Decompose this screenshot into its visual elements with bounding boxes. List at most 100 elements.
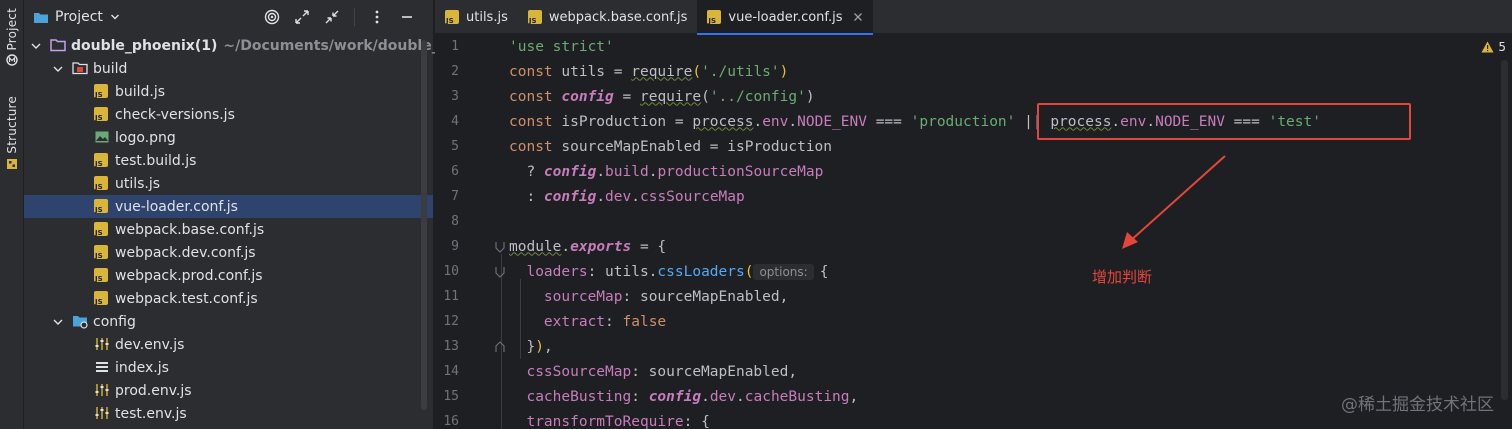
editor-tab[interactable]: webpack.base.conf.js	[518, 0, 698, 34]
chevron-down-icon[interactable]	[52, 63, 64, 75]
code-line[interactable]: 8	[435, 209, 1435, 234]
code-token: .	[788, 113, 798, 130]
code-token: : utils.	[587, 263, 658, 280]
minimize-icon[interactable]	[399, 9, 415, 25]
js-file-icon	[94, 245, 108, 260]
tree-item-label: test.env.js	[115, 405, 187, 422]
code-line[interactable]: 7 : config.dev.cssSourceMap	[435, 184, 1435, 209]
tree-item[interactable]: prod.env.js	[24, 379, 433, 402]
code-token: )	[535, 338, 544, 355]
fold-marker-icon[interactable]	[495, 241, 505, 253]
tree-item[interactable]: build	[24, 57, 433, 80]
project-tree: double_phoenix(1) ~/Documents/work/double…	[24, 34, 439, 425]
locate-icon[interactable]	[264, 9, 280, 25]
code-token: =	[613, 88, 640, 105]
tree-item[interactable]: index.js	[24, 356, 433, 379]
js-file-icon	[94, 199, 108, 214]
project-tool-icon	[6, 54, 18, 67]
line-number: 1	[451, 39, 459, 54]
code-text: : config.dev.cssSourceMap	[509, 189, 744, 205]
chevron-down-icon[interactable]	[30, 40, 42, 52]
code-token: cssLoaders	[657, 263, 745, 280]
code-text: sourceMap: sourceMapEnabled,	[509, 289, 788, 305]
structure-tool-tab[interactable]: Structure	[0, 96, 24, 170]
line-number: 6	[451, 164, 459, 179]
collapse-all-icon[interactable]	[324, 9, 340, 25]
editor-scrollbar[interactable]	[1501, 60, 1508, 400]
tree-item-path-hint: ~/Documents/work/double_	[223, 37, 439, 54]
fold-marker-icon[interactable]	[495, 266, 505, 278]
code-token: :	[605, 313, 623, 330]
line-number: 13	[443, 339, 459, 354]
tree-item[interactable]: vue-loader.conf.js	[24, 195, 433, 218]
tree-item-label: build.js	[115, 83, 166, 100]
code-line[interactable]: 2 const utils = require('./utils')	[435, 59, 1435, 84]
code-line[interactable]: 14 cssSourceMap: sourceMapEnabled,	[435, 359, 1435, 384]
code-line[interactable]: 11 sourceMap: sourceMapEnabled,	[435, 284, 1435, 309]
code-token: cssSourceMap	[509, 363, 632, 380]
code-line[interactable]: 12 extract: false	[435, 309, 1435, 334]
code-text: const config = require('../config')	[509, 89, 815, 105]
code-token: = {	[631, 238, 667, 255]
editor-tabs: utils.js webpack.base.conf.js vue-loader.c…	[435, 0, 1512, 35]
code-token: env	[762, 113, 789, 130]
tree-item[interactable]: webpack.test.conf.js	[24, 287, 433, 310]
tree-item[interactable]: double_phoenix(1) ~/Documents/work/double…	[24, 34, 439, 57]
tree-item[interactable]: webpack.prod.conf.js	[24, 264, 433, 287]
warning-icon	[1481, 41, 1494, 53]
code-token: .	[753, 113, 763, 130]
code-token: : {	[683, 413, 710, 429]
editor-tab-label: vue-loader.conf.js	[728, 9, 843, 25]
line-number: 7	[451, 189, 459, 204]
code-line[interactable]: 9 module.exports = {	[435, 234, 1435, 259]
expand-all-icon[interactable]	[294, 9, 310, 25]
chevron-down-icon[interactable]	[110, 12, 120, 22]
project-tool-tab[interactable]: Project	[0, 8, 24, 67]
project-scrollbar[interactable]	[421, 40, 427, 410]
tree-item[interactable]: build.js	[24, 80, 433, 103]
annotation-arrow	[1122, 155, 1226, 249]
tree-item-label: test.build.js	[115, 152, 197, 169]
tree-item[interactable]: test.env.js	[24, 402, 433, 425]
code-line[interactable]: 10 loaders: utils.cssLoaders(options: {	[435, 259, 1435, 284]
editor-tab[interactable]: utils.js	[435, 0, 518, 34]
js-file-icon	[94, 176, 108, 191]
code-token: sourceMapEnabled = isProduction	[561, 138, 833, 155]
code-token: extract	[509, 313, 606, 330]
chevron-down-icon[interactable]	[52, 316, 64, 328]
tree-item-label: dev.env.js	[115, 336, 185, 353]
tree-item[interactable]: config	[24, 310, 433, 333]
close-icon[interactable]	[853, 12, 863, 22]
tree-item[interactable]: dev.env.js	[24, 333, 433, 356]
tree-item[interactable]: logo.png	[24, 126, 433, 149]
line-number: 8	[451, 214, 459, 229]
tree-item-label: config	[93, 313, 136, 330]
code-token: cacheBusting	[744, 388, 850, 405]
code-line[interactable]: 1 'use strict'	[435, 34, 1435, 59]
js-file-icon	[94, 84, 108, 99]
code-token: (	[692, 63, 702, 80]
code-token: './utils'	[701, 63, 780, 80]
tree-item[interactable]: test.build.js	[24, 149, 433, 172]
code-line[interactable]: 16 transformToRequire: {	[435, 409, 1435, 429]
editor-tab[interactable]: vue-loader.conf.js	[697, 0, 873, 35]
code-line[interactable]: 6 ? config.build.productionSourceMap	[435, 159, 1435, 184]
tree-item[interactable]: webpack.dev.conf.js	[24, 241, 433, 264]
tree-item[interactable]: utils.js	[24, 172, 433, 195]
code-token: sourceMap	[509, 288, 623, 305]
tree-item-label: webpack.dev.conf.js	[115, 244, 256, 261]
code-text: const sourceMapEnabled = isProduction	[509, 139, 832, 155]
fold-marker-icon[interactable]	[495, 340, 505, 353]
tree-item-label: utils.js	[115, 175, 161, 192]
code-line[interactable]: 15 cacheBusting: config.dev.cacheBusting…	[435, 384, 1435, 409]
warnings-indicator[interactable]: 5	[1481, 40, 1506, 54]
tree-item[interactable]: check-versions.js	[24, 103, 433, 126]
code-text: }),	[509, 338, 552, 355]
project-panel-title[interactable]: Project	[55, 9, 103, 25]
tree-item[interactable]: webpack.base.conf.js	[24, 218, 433, 241]
code-view[interactable]: 1'use strict' 2 const utils = require('./u…	[435, 34, 1512, 429]
folder-icon	[72, 62, 88, 75]
more-options-icon[interactable]	[369, 9, 385, 25]
code-text: cssSourceMap: sourceMapEnabled,	[509, 364, 797, 380]
code-line[interactable]: 13 }),	[435, 334, 1435, 359]
